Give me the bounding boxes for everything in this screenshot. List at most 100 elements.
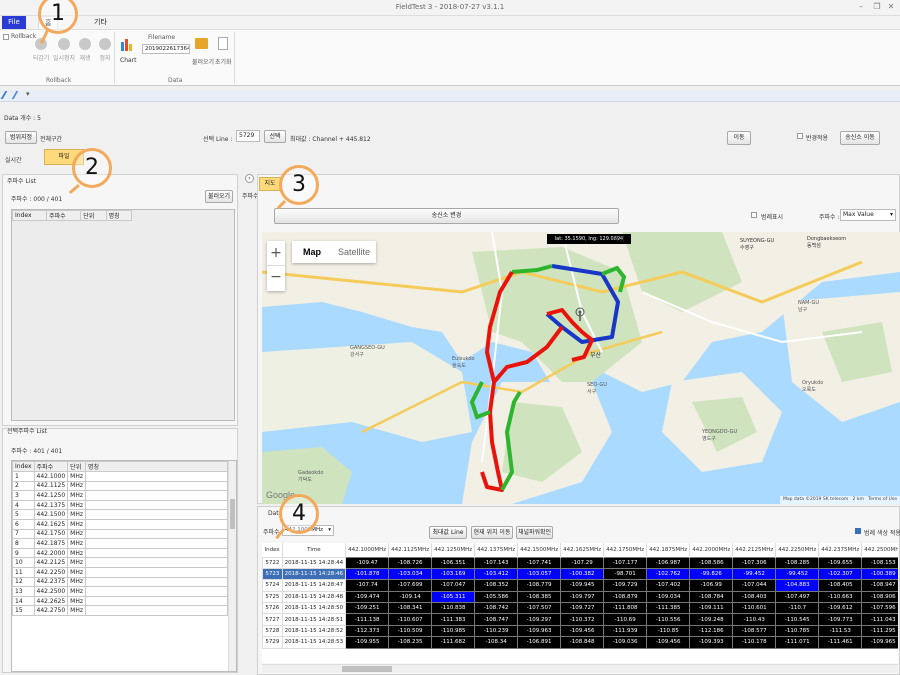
list-item[interactable]: 5 442.1500 MHz bbox=[12, 509, 228, 520]
tab-etc[interactable]: 기타 bbox=[88, 16, 113, 29]
chan-check-button[interactable]: 채널파워확인 bbox=[516, 526, 553, 539]
col-freq[interactable]: 주파수 bbox=[46, 210, 82, 221]
list-item[interactable]: 2 442.1125 MHz bbox=[12, 480, 228, 492]
table-cell: 2 bbox=[12, 480, 35, 492]
filename-select[interactable]: 20190226173644 bbox=[142, 44, 190, 54]
list-item[interactable]: 1 442.1000 MHz bbox=[12, 471, 228, 482]
legend-checkbox[interactable] bbox=[751, 212, 757, 218]
table-header[interactable]: Time bbox=[282, 543, 347, 557]
col-name[interactable]: 명칭 bbox=[105, 210, 133, 221]
map-type-satellite[interactable]: Satellite bbox=[332, 241, 376, 263]
table-header[interactable]: 442.1625MHz bbox=[560, 543, 605, 557]
table-header[interactable]: 442.1750MHz bbox=[603, 543, 648, 557]
rollback-checkbox[interactable] bbox=[3, 34, 9, 40]
minimize-icon[interactable]: – bbox=[856, 2, 866, 12]
col-index[interactable]: Index bbox=[11, 210, 48, 221]
load-button[interactable]: 불러오기 bbox=[205, 190, 233, 203]
collapse-icon[interactable]: › bbox=[245, 174, 254, 183]
col-freq[interactable]: 주파수 bbox=[33, 461, 69, 472]
table-header[interactable]: 442.2125MHz bbox=[732, 543, 777, 557]
pause-button[interactable]: 일시정지 bbox=[52, 38, 76, 62]
table-row[interactable]: 5723 2018-11-15 14:28:46 -101.878 -103.034-… bbox=[262, 567, 898, 581]
play-button[interactable]: 재생 bbox=[76, 38, 94, 62]
list-item[interactable]: 3 442.1250 MHz bbox=[12, 490, 228, 501]
customize-icon[interactable]: ▾ bbox=[26, 90, 30, 98]
tx-change-button[interactable]: 송신소 변경 bbox=[274, 208, 619, 224]
col-index[interactable]: Index bbox=[12, 461, 35, 472]
reflect-checkbox[interactable] bbox=[797, 133, 803, 139]
list-item[interactable]: 15 442.2750 MHz bbox=[12, 605, 228, 616]
table-row[interactable]: 5727 2018-11-15 14:28:51 -111.138 -110.607-… bbox=[262, 613, 898, 626]
tower-icon[interactable] bbox=[574, 307, 586, 321]
list-item[interactable]: 12 442.2375 MHz bbox=[12, 576, 228, 588]
freq-select[interactable]: Max Value ▾ bbox=[840, 209, 896, 221]
table-header[interactable]: 442.1125MHz bbox=[388, 543, 433, 557]
pen-icon[interactable] bbox=[11, 91, 25, 99]
list-item[interactable]: 9 442.2000 MHz bbox=[12, 547, 228, 559]
stop-icon bbox=[99, 38, 111, 50]
value-cell: -110.607 bbox=[388, 613, 433, 626]
table-header[interactable]: 442.1250MHz bbox=[431, 543, 476, 557]
map-canvas[interactable] bbox=[262, 232, 900, 504]
col-name[interactable]: 명칭 bbox=[85, 461, 228, 472]
reset-icon[interactable] bbox=[218, 37, 228, 50]
select-button[interactable]: 선택 bbox=[264, 130, 286, 143]
table-row[interactable]: 5728 2018-11-15 14:28:52 -112.373 -110.509-… bbox=[262, 624, 898, 638]
map-terms[interactable]: Terms of Use bbox=[868, 497, 897, 502]
legend-color-checkbox[interactable] bbox=[855, 528, 861, 534]
table-header[interactable]: 442.2500MHz bbox=[861, 543, 898, 557]
table-header[interactable]: 442.1875MHz bbox=[646, 543, 691, 557]
table-cell: 442.2000 bbox=[33, 547, 69, 559]
line-input[interactable]: 5729 bbox=[236, 130, 260, 142]
list-item[interactable]: 8 442.1875 MHz bbox=[12, 538, 228, 549]
list-item[interactable]: 6 442.1625 MHz bbox=[12, 518, 228, 530]
restore-icon[interactable]: ❐ bbox=[872, 2, 882, 12]
stop-button[interactable]: 정지 bbox=[96, 38, 114, 62]
col-unit[interactable]: 단위 bbox=[67, 461, 87, 472]
freq-list-table[interactable]: Index 주파수 단위 명칭 bbox=[11, 209, 235, 421]
table-header[interactable]: 442.2000MHz bbox=[689, 543, 734, 557]
table-header[interactable]: 442.1375MHz bbox=[474, 543, 519, 557]
horizontal-scrollbar[interactable] bbox=[262, 664, 898, 673]
folder-icon[interactable] bbox=[195, 38, 208, 49]
map-type-map[interactable]: Map bbox=[292, 241, 332, 263]
scrollbar[interactable] bbox=[228, 461, 236, 671]
table-row[interactable]: 5725 2018-11-15 14:28:48 -109.474 -109.14 -1… bbox=[262, 590, 898, 604]
list-item[interactable]: 4 442.1375 MHz bbox=[12, 499, 228, 511]
sel-list-table[interactable]: Index 주파수 단위 명칭 1 442.1000 MHz 2 442.1125 MHz 3 44… bbox=[11, 460, 237, 672]
tab-file[interactable]: File bbox=[2, 16, 26, 29]
table-header[interactable]: 442.2250MHz bbox=[775, 543, 820, 557]
table-header[interactable]: 442.2375MHz bbox=[818, 543, 863, 557]
table-header[interactable]: 442.1000MHz bbox=[345, 543, 390, 557]
table-header[interactable]: 442.1500MHz bbox=[517, 543, 562, 557]
tab-realtime[interactable]: 실시간 bbox=[5, 155, 22, 164]
map-view[interactable]: + − Map Satellite lat: 35.1590, lng: 129… bbox=[262, 232, 900, 504]
table-cell: 10 bbox=[12, 557, 35, 568]
data-table[interactable]: Index Time 442.1000MHz 442.1125MHz 442.1250M… bbox=[262, 543, 898, 663]
list-item[interactable]: 7 442.1750 MHz bbox=[12, 528, 228, 540]
table-row[interactable]: 5724 2018-11-15 14:28:47 -107.74 -107.699 -1… bbox=[262, 579, 898, 592]
list-item[interactable]: 10 442.2125 MHz bbox=[12, 557, 228, 568]
table-row[interactable]: 5729 2018-11-15 14:28:53 -109.955 -108.235-… bbox=[262, 636, 898, 649]
table-row[interactable]: 5726 2018-11-15 14:28:50 -109.251 -108.341-… bbox=[262, 602, 898, 615]
value-cell: -110.85 bbox=[646, 624, 691, 638]
close-icon[interactable]: ✕ bbox=[886, 2, 896, 12]
list-item[interactable]: 13 442.2500 MHz bbox=[12, 586, 228, 597]
value-cell: -111.071 bbox=[775, 636, 820, 649]
table-header[interactable]: Index bbox=[262, 543, 283, 557]
range-button[interactable]: 범위지정 bbox=[5, 131, 37, 144]
move-button[interactable]: 이동 bbox=[727, 131, 751, 145]
max-line-button[interactable]: 최대값 Line bbox=[429, 526, 467, 539]
list-item[interactable]: 11 442.2250 MHz bbox=[12, 566, 228, 578]
col-unit[interactable]: 단위 bbox=[80, 210, 107, 221]
list-item[interactable]: 14 442.2625 MHz bbox=[12, 595, 228, 607]
zoom-out-icon[interactable]: − bbox=[267, 266, 285, 291]
cur-pos-button[interactable]: 현재 위치 이동 bbox=[471, 526, 513, 539]
tab-map[interactable]: 지도 bbox=[259, 177, 281, 191]
zoom-in-icon[interactable]: + bbox=[267, 241, 285, 266]
chart-icon[interactable] bbox=[120, 37, 134, 51]
table-row[interactable]: 5722 2018-11-15 14:28:44 -109.47 -108.726 -1… bbox=[262, 556, 898, 569]
tx-move-button[interactable]: 송신소 이동 bbox=[840, 131, 880, 145]
value-cell: -106.891 bbox=[517, 636, 562, 649]
value-cell: -109.251 bbox=[345, 602, 390, 615]
